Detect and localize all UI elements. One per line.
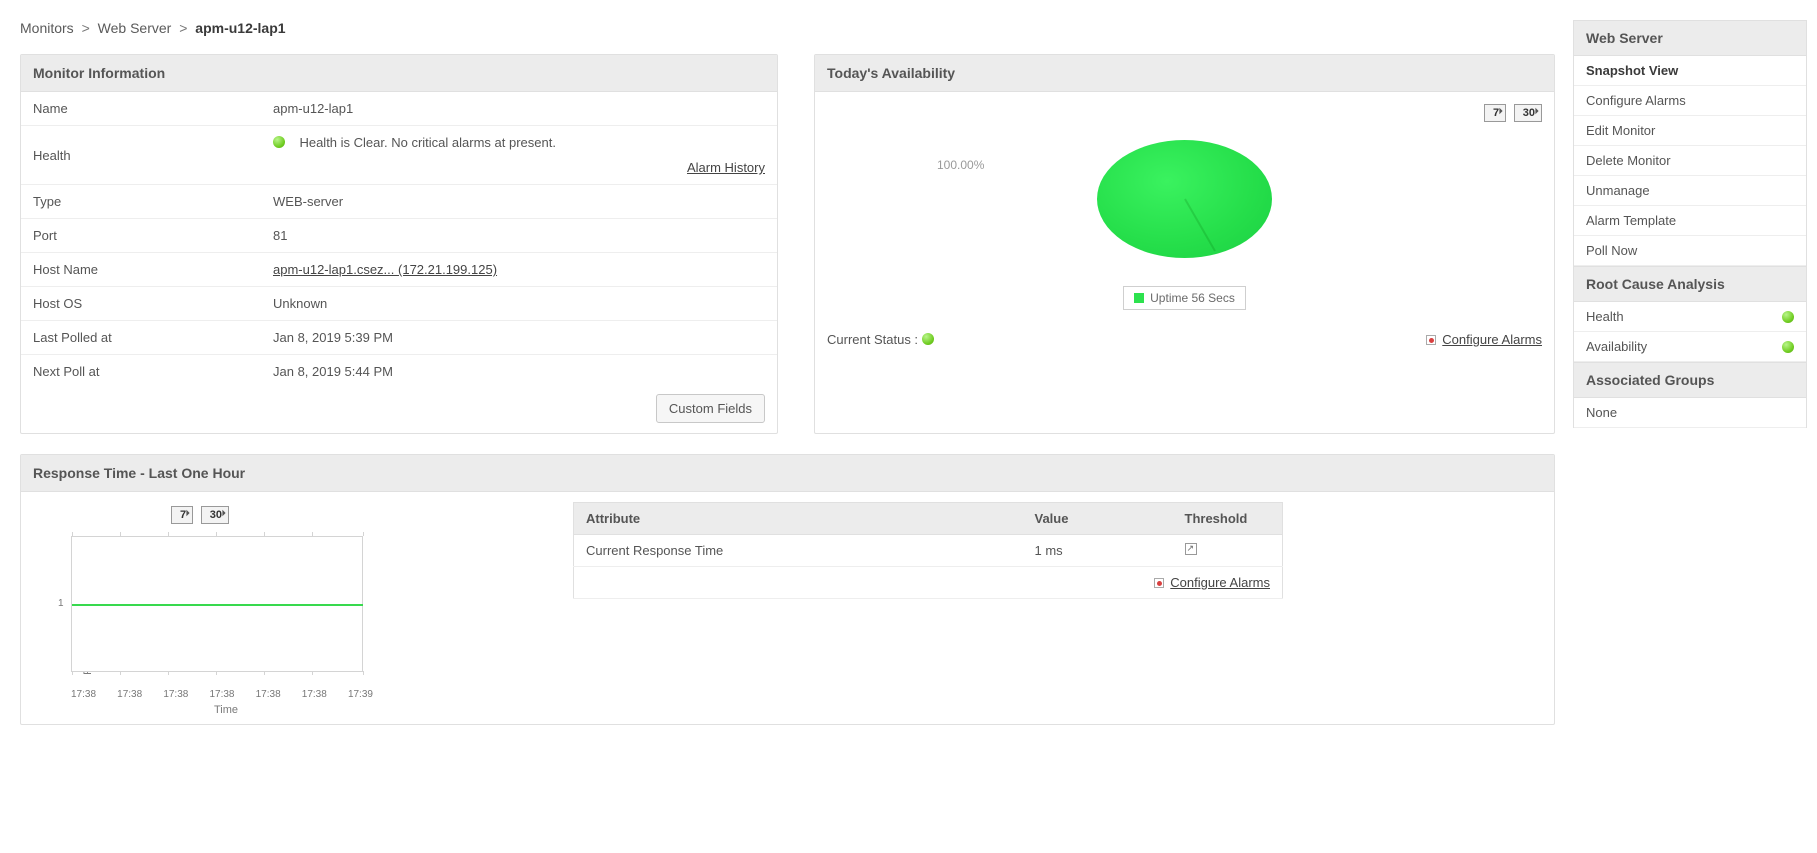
rt-xlabel: Time (61, 704, 391, 716)
availability-configure-alarms-link[interactable]: Configure Alarms (1442, 332, 1542, 347)
rt-th-value: Value (1023, 503, 1173, 535)
rt-xtick: 17:38 (209, 689, 234, 700)
mi-health-value-cell: Health is Clear. No critical alarms at p… (261, 126, 777, 185)
rt-xticks: 17:38 17:38 17:38 17:38 17:38 17:38 17:3… (71, 689, 373, 700)
breadcrumb-current: apm-u12-lap1 (195, 20, 285, 36)
sidebar-rca-availability-label: Availability (1586, 339, 1647, 354)
breadcrumb-sep: > (78, 20, 94, 36)
mi-os-value: Unknown (261, 287, 777, 321)
availability-header: Today's Availability (815, 55, 1554, 92)
sidebar-item-edit-monitor[interactable]: Edit Monitor (1574, 116, 1806, 146)
breadcrumb-sep: > (175, 20, 191, 36)
response-time-chart: 7 30 Response Time in ms 1 (33, 502, 393, 712)
sidebar-item-none: None (1574, 398, 1806, 428)
threshold-edit-icon[interactable] (1185, 543, 1197, 555)
sidebar: Web Server Snapshot View Configure Alarm… (1573, 20, 1807, 745)
rt-ytick: 1 (58, 598, 64, 609)
rt-configure-alarms-link[interactable]: Configure Alarms (1170, 575, 1270, 590)
breadcrumb-webserver[interactable]: Web Server (98, 20, 172, 36)
mi-os-label: Host OS (21, 287, 261, 321)
breadcrumb-monitors[interactable]: Monitors (20, 20, 74, 36)
sidebar-item-alarm-template[interactable]: Alarm Template (1574, 206, 1806, 236)
sidebar-header-groups: Associated Groups (1573, 362, 1807, 398)
breadcrumb: Monitors > Web Server > apm-u12-lap1 (20, 10, 1555, 54)
response-time-panel: Response Time - Last One Hour 7 30 Respo… (20, 454, 1555, 725)
sidebar-item-poll-now[interactable]: Poll Now (1574, 236, 1806, 266)
mi-port-value: 81 (261, 219, 777, 253)
rt-th-threshold: Threshold (1173, 503, 1283, 535)
sidebar-item-availability[interactable]: Availability (1574, 332, 1806, 362)
mi-health-text: Health is Clear. No critical alarms at p… (299, 135, 555, 150)
sidebar-item-health[interactable]: Health (1574, 302, 1806, 332)
mi-nextpoll-value: Jan 8, 2019 5:44 PM (261, 355, 777, 389)
table-row: Current Response Time 1 ms (574, 535, 1283, 567)
mi-host-link[interactable]: apm-u12-lap1.csez... (172.21.199.125) (273, 262, 497, 277)
sidebar-item-configure-alarms[interactable]: Configure Alarms (1574, 86, 1806, 116)
rt-7d-button[interactable]: 7 (171, 506, 193, 524)
mi-type-value: WEB-server (261, 185, 777, 219)
current-status-label: Current Status : (827, 332, 918, 347)
rt-30d-button[interactable]: 30 (201, 506, 229, 524)
rt-attribute-table: Attribute Value Threshold Current Respon… (573, 502, 1283, 599)
mi-port-label: Port (21, 219, 261, 253)
monitor-info-panel: Monitor Information Name apm-u12-lap1 He… (20, 54, 778, 434)
rt-attr-value: 1 ms (1023, 535, 1173, 567)
rt-attr-name: Current Response Time (574, 535, 1023, 567)
rt-plot: 1 (71, 536, 363, 672)
availability-legend: Uptime 56 Secs (1123, 286, 1246, 310)
mi-type-label: Type (21, 185, 261, 219)
rt-th-attribute: Attribute (574, 503, 1023, 535)
monitor-info-table: Name apm-u12-lap1 Health Health is Clear… (21, 92, 777, 388)
current-status: Current Status : (827, 332, 934, 347)
mi-name-label: Name (21, 92, 261, 126)
availability-7d-button[interactable]: 7 (1484, 104, 1506, 122)
configure-alarms-icon (1426, 335, 1436, 345)
current-status-dot-icon (922, 333, 934, 345)
rt-xtick: 17:38 (302, 689, 327, 700)
custom-fields-button[interactable]: Custom Fields (656, 394, 765, 423)
health-dot-icon (1782, 311, 1794, 323)
mi-host-label: Host Name (21, 253, 261, 287)
table-row: Configure Alarms (574, 567, 1283, 599)
rt-xtick: 17:39 (348, 689, 373, 700)
mi-lastpoll-value: Jan 8, 2019 5:39 PM (261, 321, 777, 355)
monitor-info-header: Monitor Information (21, 55, 777, 92)
rt-line (72, 604, 363, 606)
rt-xtick: 17:38 (256, 689, 281, 700)
response-time-header: Response Time - Last One Hour (21, 455, 1554, 492)
configure-alarms-icon (1154, 578, 1164, 588)
rt-xtick: 17:38 (163, 689, 188, 700)
alarm-history-link[interactable]: Alarm History (687, 160, 765, 175)
availability-chart: 100.00% Uptime 56 Secs (827, 140, 1542, 310)
sidebar-rca-health-label: Health (1586, 309, 1624, 324)
sidebar-item-delete-monitor[interactable]: Delete Monitor (1574, 146, 1806, 176)
availability-dot-icon (1782, 341, 1794, 353)
mi-health-label: Health (21, 126, 261, 185)
sidebar-header-webserver: Web Server (1573, 20, 1807, 56)
sidebar-item-unmanage[interactable]: Unmanage (1574, 176, 1806, 206)
sidebar-item-snapshot-view[interactable]: Snapshot View (1574, 56, 1806, 86)
availability-legend-text: Uptime 56 Secs (1150, 291, 1235, 305)
rt-xtick: 17:38 (117, 689, 142, 700)
mi-nextpoll-label: Next Poll at (21, 355, 261, 389)
pie-icon (1097, 140, 1272, 280)
rt-xtick: 17:38 (71, 689, 96, 700)
mi-name-value: apm-u12-lap1 (261, 92, 777, 126)
mi-lastpoll-label: Last Polled at (21, 321, 261, 355)
health-status-dot-icon (273, 136, 285, 148)
availability-panel: Today's Availability 7 30 100.00% (814, 54, 1555, 434)
availability-percent-label: 100.00% (937, 158, 984, 172)
sidebar-header-rca: Root Cause Analysis (1573, 266, 1807, 302)
availability-30d-button[interactable]: 30 (1514, 104, 1542, 122)
legend-square-icon (1134, 293, 1144, 303)
